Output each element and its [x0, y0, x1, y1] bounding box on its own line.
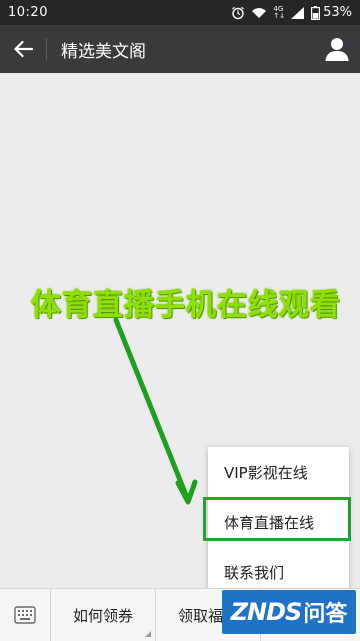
- keyboard-icon: [14, 606, 36, 624]
- submenu-indicator-icon: [145, 631, 151, 637]
- menu-label: 如何领券: [72, 606, 133, 625]
- annotation-caption: 体育直播手机在线观看: [31, 288, 341, 323]
- highlight-box: [203, 497, 351, 541]
- menu-how-to-get-coupon[interactable]: 如何领券: [51, 589, 156, 641]
- keyboard-toggle-button[interactable]: [0, 589, 51, 641]
- znds-watermark-logo: ZNDS 问答: [222, 590, 356, 634]
- popup-menu: VIP影视在线 体育直播在线 联系我们: [203, 447, 351, 597]
- menu-item-vip[interactable]: VIP影视在线: [208, 447, 349, 497]
